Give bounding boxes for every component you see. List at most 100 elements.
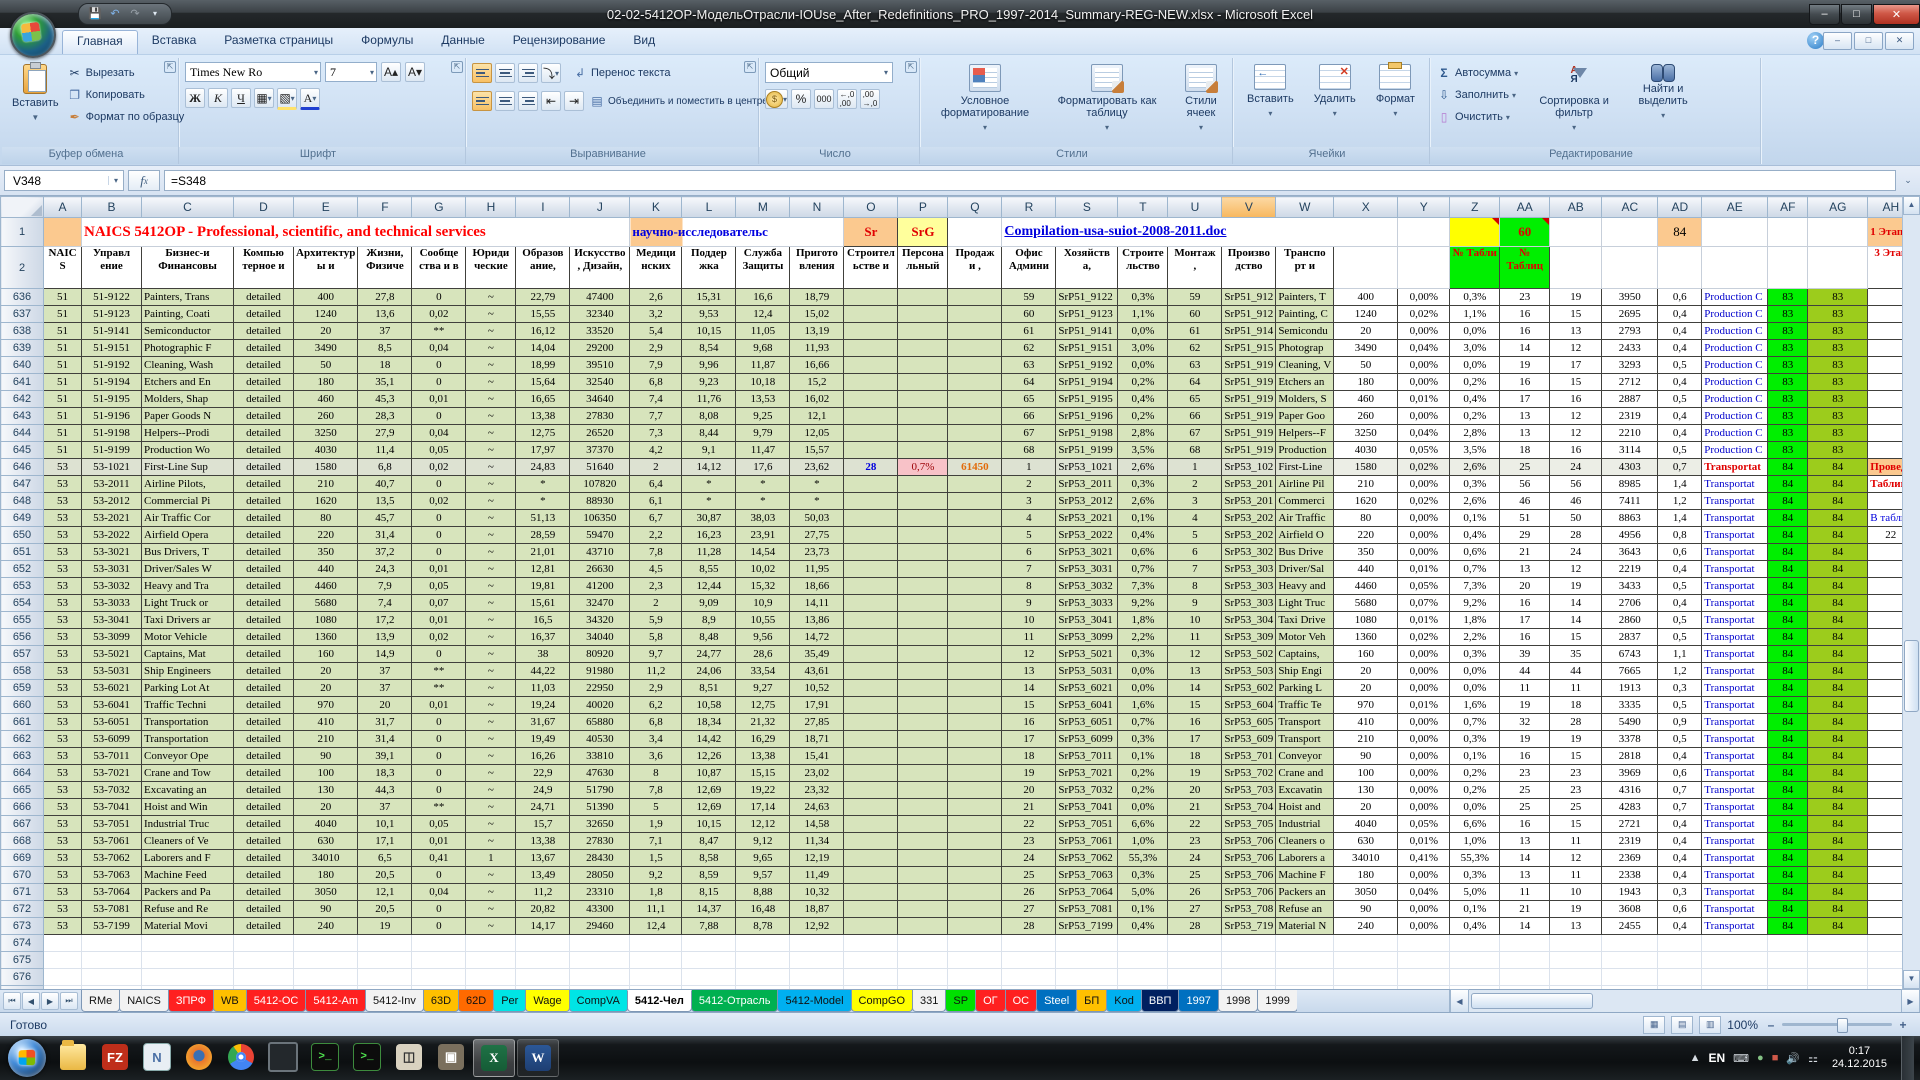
cell[interactable]: 7,1 (630, 833, 682, 850)
cell[interactable]: 20 (1002, 782, 1056, 799)
cell[interactable]: SrP51_919 (1222, 425, 1276, 442)
cell[interactable]: 62 (1168, 340, 1222, 357)
cell[interactable]: 11 (1550, 680, 1602, 697)
column-header-M[interactable]: M (736, 197, 790, 218)
cell[interactable]: 83 (1808, 357, 1868, 374)
cell[interactable]: 51 (44, 374, 82, 391)
cell[interactable]: Transportat (1702, 527, 1768, 544)
sheet-tab-1999[interactable]: 1999 (1257, 990, 1296, 1012)
cell[interactable] (1808, 986, 1868, 990)
cell[interactable]: 0,7 (1658, 799, 1702, 816)
cell[interactable] (736, 935, 790, 952)
cell[interactable]: SrP51_9192 (1056, 357, 1118, 374)
cell[interactable]: 2,3 (630, 578, 682, 595)
cell[interactable]: 160 (1334, 646, 1398, 663)
cell[interactable]: 8863 (1602, 510, 1658, 527)
header-cell[interactable]: Персона льный (898, 247, 948, 289)
cell[interactable] (948, 799, 1002, 816)
cell[interactable]: 3 (1002, 493, 1056, 510)
row-header[interactable]: 645 (1, 442, 44, 459)
cell[interactable] (948, 833, 1002, 850)
cell[interactable] (1602, 969, 1658, 986)
cell[interactable] (294, 952, 358, 969)
cell[interactable]: 0,1% (1118, 510, 1168, 527)
cell[interactable]: Transportat (1702, 901, 1768, 918)
paste-button[interactable]: Вставить▼ (8, 62, 63, 126)
cell[interactable]: 0 (412, 357, 466, 374)
cell[interactable]: 8,15 (682, 884, 736, 901)
cell[interactable] (1168, 969, 1222, 986)
cell[interactable]: Transportat (1702, 629, 1768, 646)
cell[interactable]: detailed (234, 884, 294, 901)
cell[interactable] (358, 986, 412, 990)
cell[interactable] (1450, 952, 1500, 969)
cell[interactable]: 40530 (570, 731, 630, 748)
cell[interactable] (466, 986, 516, 990)
cell[interactable]: 11,2 (630, 663, 682, 680)
cell[interactable]: 11,49 (790, 867, 844, 884)
cell[interactable]: 10,1 (358, 816, 412, 833)
cell[interactable]: 0 (412, 646, 466, 663)
cell[interactable]: 0,3 (1658, 884, 1702, 901)
cell[interactable]: 5,9 (630, 612, 682, 629)
cell[interactable]: 4040 (1334, 816, 1398, 833)
cell[interactable] (1602, 935, 1658, 952)
cell[interactable] (516, 986, 570, 990)
cell[interactable]: 0,04 (412, 884, 466, 901)
cell[interactable]: 0,0% (1118, 357, 1168, 374)
cell[interactable]: 83 (1808, 289, 1868, 306)
cell[interactable]: 20 (1500, 578, 1550, 595)
cell[interactable]: 51-9196 (82, 408, 142, 425)
cell[interactable]: 0,00% (1398, 731, 1450, 748)
cell[interactable]: 0 (412, 544, 466, 561)
cell[interactable]: 9 (1002, 595, 1056, 612)
row-header[interactable]: 639 (1, 340, 44, 357)
header-cell[interactable]: Строите льство (1118, 247, 1168, 289)
cell[interactable]: 83 (1808, 425, 1868, 442)
cell[interactable] (1334, 969, 1398, 986)
cell[interactable]: * (516, 476, 570, 493)
cell[interactable]: 24,63 (790, 799, 844, 816)
header-cell[interactable]: № Табли (1450, 247, 1500, 289)
row-header[interactable]: 1 (1, 218, 44, 247)
taskbar-icon-remote-desktop[interactable] (263, 1039, 303, 1075)
sheet-tab-ОС[interactable]: ОС (1005, 990, 1038, 1012)
cell[interactable]: 23,02 (790, 765, 844, 782)
cell[interactable]: 3,4 (630, 731, 682, 748)
cell[interactable] (948, 867, 1002, 884)
cell[interactable]: 18,3 (358, 765, 412, 782)
cell[interactable]: 83 (1768, 340, 1808, 357)
cell[interactable]: 44 (1550, 663, 1602, 680)
cell[interactable]: Semiconductor (142, 323, 234, 340)
cell[interactable] (948, 850, 1002, 867)
cell[interactable]: 53-3099 (82, 629, 142, 646)
cell[interactable] (234, 969, 294, 986)
cell[interactable] (1808, 935, 1868, 952)
cell[interactable]: SrP53_702 (1222, 765, 1276, 782)
cell[interactable]: 5 (630, 799, 682, 816)
cell[interactable]: 0,02% (1398, 629, 1450, 646)
cell[interactable]: Transportat (1702, 697, 1768, 714)
cell[interactable]: 14 (1500, 340, 1550, 357)
cell[interactable]: 0 (412, 867, 466, 884)
cell[interactable]: 0,05% (1398, 816, 1450, 833)
cell[interactable]: 12,81 (516, 561, 570, 578)
cell[interactable]: ~ (466, 442, 516, 459)
cell[interactable]: Production (1276, 442, 1334, 459)
cell[interactable]: SrP51_915 (1222, 340, 1276, 357)
cell[interactable]: detailed (234, 306, 294, 323)
cell[interactable]: 0,00% (1398, 544, 1450, 561)
cell[interactable]: 21 (1168, 799, 1222, 816)
cell[interactable] (1276, 935, 1334, 952)
tray-update-icon[interactable]: ● (1757, 1052, 1764, 1064)
cell[interactable]: 2210 (1602, 425, 1658, 442)
row-header[interactable]: 651 (1, 544, 44, 561)
cell[interactable]: 2338 (1602, 867, 1658, 884)
cell[interactable]: 0,4 (1658, 748, 1702, 765)
cell[interactable]: 18,99 (516, 357, 570, 374)
cell[interactable]: 12,19 (790, 850, 844, 867)
cell[interactable]: 15,15 (736, 765, 790, 782)
cell[interactable] (234, 952, 294, 969)
cell[interactable] (898, 391, 948, 408)
cell[interactable] (1450, 986, 1500, 990)
